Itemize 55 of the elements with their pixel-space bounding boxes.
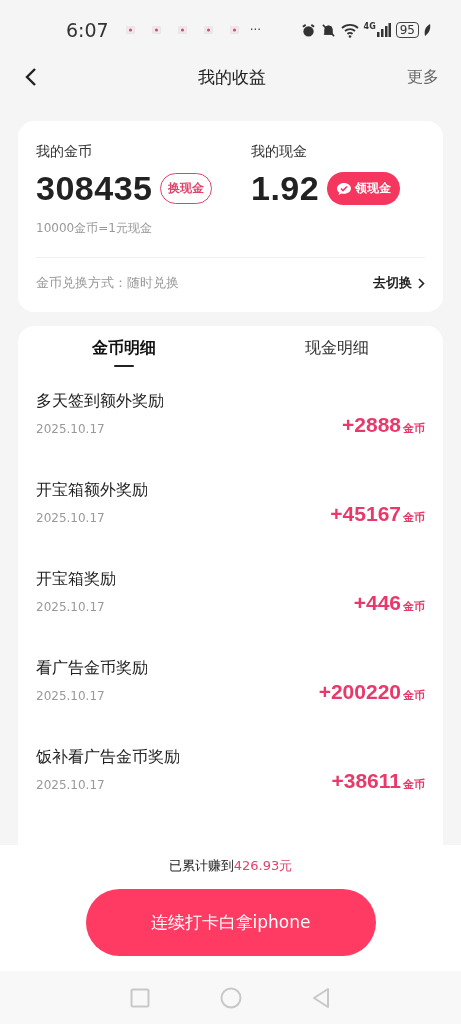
- record-unit: 金币: [403, 598, 425, 614]
- record-date: 2025.10.17: [36, 422, 106, 436]
- coins-label: 我的金币: [36, 143, 93, 161]
- record-amount: +2888: [342, 412, 401, 437]
- status-time: 6:07: [66, 19, 109, 41]
- exchange-mode: 金币兑换方式：随时兑换: [36, 274, 179, 292]
- chat-bubble-icon: [336, 181, 353, 196]
- back-nav-icon[interactable]: [311, 986, 332, 1009]
- wifi-icon: [340, 22, 359, 38]
- record-unit: 金币: [403, 509, 425, 525]
- exchange-button[interactable]: 换现金: [160, 173, 213, 204]
- check-in-button[interactable]: 连续打卡白拿iphone: [85, 889, 376, 956]
- record-unit: 金币: [403, 776, 425, 792]
- more-button[interactable]: 更多: [407, 66, 439, 88]
- back-icon[interactable]: [24, 67, 38, 87]
- more-notifications: ···: [249, 23, 262, 37]
- cash-value: 1.92: [251, 169, 320, 208]
- home-icon[interactable]: [219, 986, 242, 1009]
- total-earned: 已累计赚到426.93元: [168, 857, 293, 875]
- coins-value: 308435: [36, 169, 153, 208]
- record-title: 开宝箱奖励: [36, 569, 116, 590]
- record-amount: +38611: [331, 768, 401, 793]
- record-title: 看广告金币奖励: [36, 658, 148, 679]
- record-date: 2025.10.17: [36, 600, 106, 614]
- battery-level: 95: [395, 22, 419, 38]
- network-type: 4G: [363, 22, 376, 31]
- alarm-icon: [300, 22, 316, 38]
- record-date: 2025.10.17: [36, 689, 106, 703]
- notification-icon: [203, 26, 213, 34]
- record-date: 2025.10.17: [36, 778, 106, 792]
- notification-icon: [229, 26, 239, 34]
- leaf-icon: [424, 24, 431, 36]
- tab[interactable]: 金币明细: [18, 338, 231, 369]
- notification-icon: [151, 26, 161, 34]
- record-unit: 金币: [403, 687, 425, 703]
- record-title: 多天签到额外奖励: [36, 391, 164, 412]
- page-title: 我的收益: [197, 65, 266, 89]
- record-title: 饭补看广告金币奖励: [36, 747, 180, 768]
- record-amount: +200220: [318, 679, 401, 704]
- tab[interactable]: 现金明细: [230, 338, 443, 369]
- record-amount: +45167: [330, 501, 401, 526]
- signal-icon: [376, 23, 391, 37]
- record-amount: +446: [353, 590, 401, 615]
- record-unit: 金币: [403, 420, 425, 436]
- mute-bell-icon: [320, 22, 336, 38]
- record-date: 2025.10.17: [36, 511, 106, 525]
- notification-icon: [177, 26, 187, 34]
- withdraw-button[interactable]: 领现金: [327, 172, 401, 205]
- switch-link[interactable]: 去切换: [373, 274, 425, 292]
- recent-apps-icon[interactable]: [129, 987, 150, 1008]
- notification-icon: [125, 26, 135, 34]
- exchange-rate: 10000金币=1元现金: [36, 220, 153, 237]
- chevron-right-icon: [418, 277, 425, 289]
- cash-label: 我的现金: [251, 143, 308, 161]
- record-title: 开宝箱额外奖励: [36, 480, 148, 501]
